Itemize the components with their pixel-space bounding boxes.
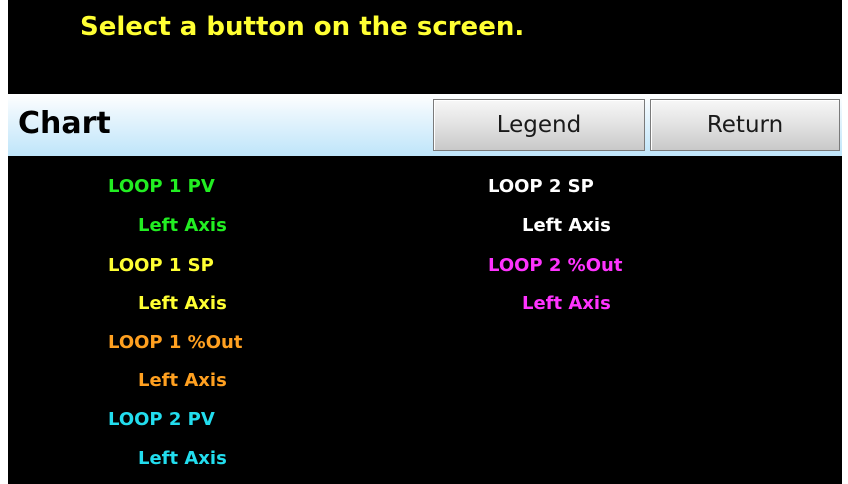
legend-series-axis: Left Axis [522, 215, 611, 236]
legend-button[interactable]: Legend [433, 99, 645, 151]
legend-series-axis: Left Axis [522, 293, 611, 314]
legend-series-axis: Left Axis [138, 370, 227, 391]
return-button[interactable]: Return [650, 99, 840, 151]
legend-series-name: LOOP 1 %Out [108, 332, 243, 353]
legend-series-name: LOOP 2 %Out [488, 255, 623, 276]
page-title: Chart [18, 106, 111, 141]
legend-series-name: LOOP 1 PV [108, 176, 215, 197]
legend-series-axis: Left Axis [138, 293, 227, 314]
legend-series-name: LOOP 1 SP [108, 255, 214, 276]
legend-series-axis: Left Axis [138, 215, 227, 236]
instruction-prompt: Select a button on the screen. [80, 12, 525, 42]
legend-series-axis: Left Axis [138, 448, 227, 469]
legend-series-name: LOOP 2 SP [488, 176, 594, 197]
touch-screen: Select a button on the screen. Chart Leg… [8, 0, 842, 484]
legend-series-name: LOOP 2 PV [108, 409, 215, 430]
